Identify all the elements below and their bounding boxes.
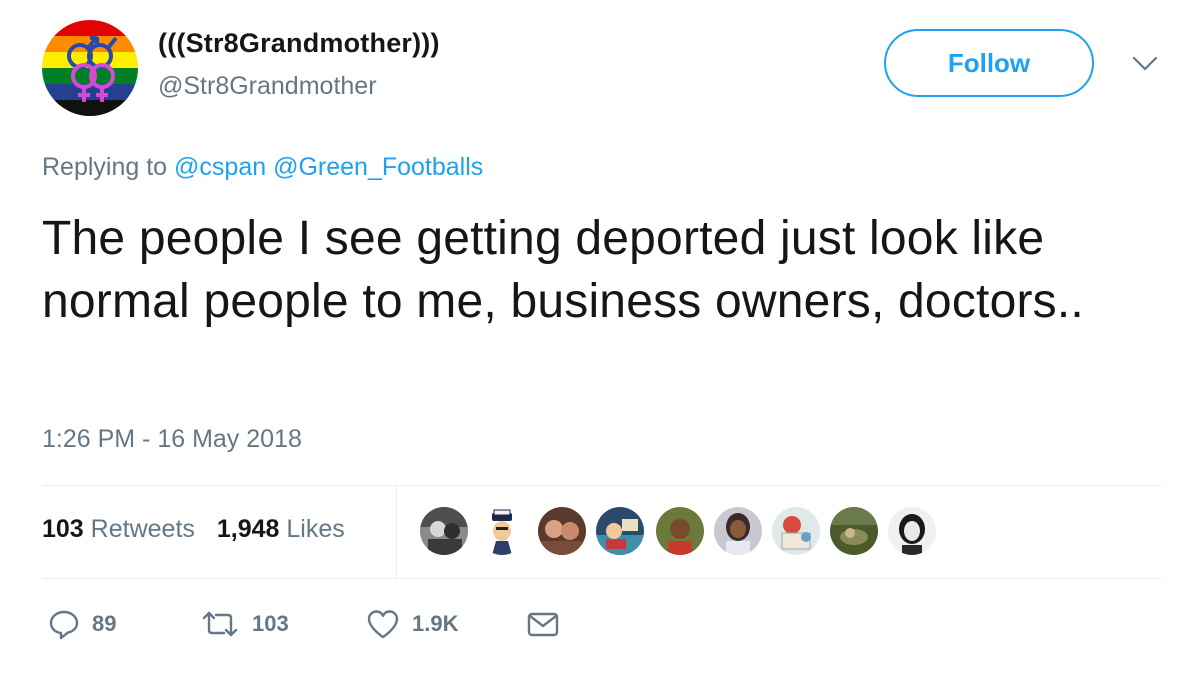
retweet-button[interactable]: 103 (200, 608, 289, 640)
retweets-label: Retweets (90, 515, 195, 543)
direct-message-button[interactable] (526, 608, 560, 640)
rainbow-gender-symbols-avatar-icon (42, 20, 138, 116)
chevron-down-icon (1132, 56, 1158, 71)
like-button[interactable]: 1.9K (366, 608, 458, 640)
user-photo-icon (888, 507, 936, 555)
user-photo-icon (714, 507, 762, 555)
reply-context-prefix: Replying to (42, 153, 168, 181)
liker-avatar[interactable] (656, 507, 704, 555)
follow-button[interactable]: Follow (884, 29, 1094, 97)
likes-stat[interactable]: 1,948 Likes (217, 515, 345, 543)
stats-divider (396, 486, 397, 579)
retweets-count: 103 (42, 515, 84, 543)
like-count: 1.9K (412, 611, 459, 636)
divider (42, 485, 1162, 486)
tweet-timestamp[interactable]: 1:26 PM - 16 May 2018 (42, 425, 302, 454)
heart-icon (367, 610, 399, 639)
divider (42, 578, 1162, 579)
liker-avatar[interactable] (478, 507, 526, 555)
likes-count: 1,948 (216, 515, 280, 543)
liker-avatar[interactable] (888, 507, 936, 555)
user-photo-icon (538, 507, 586, 555)
liker-avatar[interactable] (772, 507, 820, 555)
envelope-icon (527, 612, 559, 637)
retweet-icon (202, 611, 238, 637)
mention-link[interactable]: @Green_Footballs (273, 153, 483, 181)
user-photo-icon (656, 507, 704, 555)
reply-icon (49, 610, 79, 640)
illustration-avatar-icon (772, 507, 820, 555)
cartoon-sailor-icon (478, 507, 526, 555)
liker-avatar[interactable] (538, 507, 586, 555)
user-photo-icon (420, 507, 468, 555)
more-options-caret[interactable] (1130, 54, 1160, 74)
display-name[interactable]: (((Str8Grandmother))) (158, 28, 440, 59)
reply-context: Replying to @cspan @Green_Footballs (42, 153, 483, 182)
retweet-count: 103 (252, 611, 289, 636)
liker-avatar[interactable] (596, 507, 644, 555)
likes-label: Likes (286, 515, 345, 543)
liker-avatar[interactable] (420, 507, 468, 555)
landscape-photo-icon (830, 507, 878, 555)
avatar[interactable] (42, 20, 138, 116)
mention-link[interactable]: @cspan (174, 153, 266, 181)
tweet-text: The people I see getting deported just l… (42, 212, 1084, 328)
reply-count: 89 (92, 611, 117, 636)
cartoon-illustration-icon (596, 507, 644, 555)
retweets-stat[interactable]: 103 Retweets (42, 515, 195, 543)
reply-button[interactable]: 89 (48, 608, 116, 640)
user-handle[interactable]: @Str8Grandmother (158, 72, 377, 101)
liker-avatar[interactable] (714, 507, 762, 555)
liker-avatar[interactable] (830, 507, 878, 555)
tweet-stats: 103 Retweets 1,948 Likes (42, 515, 345, 544)
